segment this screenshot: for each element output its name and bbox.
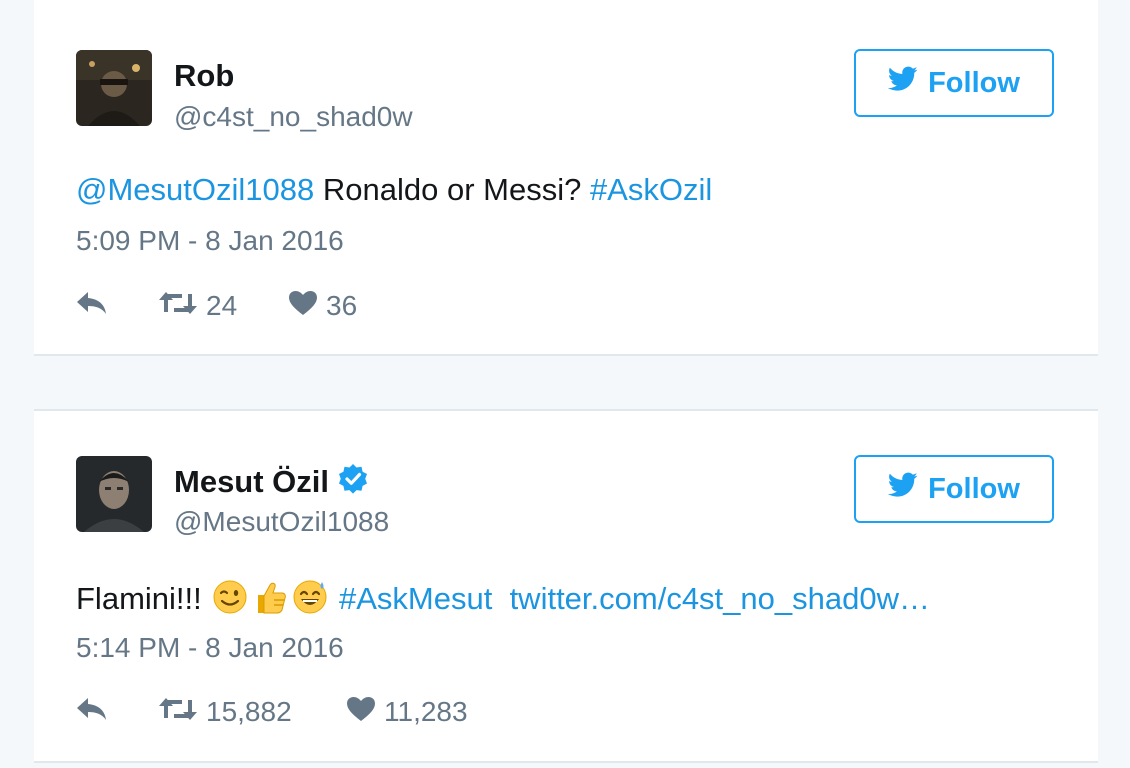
grinning-sweat-emoji bbox=[292, 579, 328, 623]
twitter-bird-icon bbox=[887, 66, 918, 100]
verified-badge-icon bbox=[337, 463, 369, 503]
reply-button[interactable] bbox=[76, 290, 158, 323]
follow-label: Follow bbox=[928, 472, 1020, 505]
tweet-card: Rob @c4st_no_shad0w Follow @MesutOzil108… bbox=[34, 0, 1098, 356]
retweet-count: 15,882 bbox=[206, 696, 292, 727]
reply-icon bbox=[76, 696, 108, 729]
follow-button[interactable]: Follow bbox=[854, 455, 1054, 523]
heart-icon bbox=[346, 696, 376, 729]
reply-button[interactable] bbox=[76, 696, 158, 729]
tweet-text: Flamini!!! #AskMesut twitter.com/c4st_no… bbox=[76, 579, 930, 623]
tweet-actions: 15,882 11,283 bbox=[76, 692, 468, 732]
hashtag-link[interactable]: #AskMesut bbox=[339, 581, 492, 616]
like-button[interactable]: 11,283 bbox=[346, 696, 468, 729]
reply-icon bbox=[76, 290, 108, 323]
retweet-button[interactable]: 15,882 bbox=[158, 696, 346, 729]
twitter-bird-icon bbox=[887, 472, 918, 506]
retweet-button[interactable]: 24 bbox=[158, 290, 288, 323]
retweet-icon bbox=[158, 696, 198, 729]
display-name[interactable]: Rob bbox=[174, 58, 234, 94]
follow-button[interactable]: Follow bbox=[854, 49, 1054, 117]
user-handle[interactable]: @MesutOzil1088 bbox=[174, 506, 389, 538]
user-handle[interactable]: @c4st_no_shad0w bbox=[174, 101, 413, 133]
display-name-text: Mesut Özil bbox=[174, 464, 330, 499]
like-count: 11,283 bbox=[384, 696, 468, 727]
thumbs-up-emoji bbox=[252, 579, 288, 623]
like-button[interactable]: 36 bbox=[288, 290, 357, 323]
heart-icon bbox=[288, 290, 318, 323]
tweet-timestamp[interactable]: 5:09 PM - 8 Jan 2016 bbox=[76, 225, 344, 257]
retweet-count: 24 bbox=[206, 290, 238, 321]
tweet-body: Flamini!!! bbox=[76, 581, 211, 616]
avatar[interactable] bbox=[76, 50, 152, 126]
tweet-card: Mesut Özil @MesutOzil1088 Follow Flamini… bbox=[34, 409, 1098, 763]
url-link[interactable]: twitter.com/c4st_no_shad0w… bbox=[510, 581, 930, 616]
tweet-body: Ronaldo or Messi? bbox=[314, 172, 590, 207]
avatar[interactable] bbox=[76, 456, 152, 532]
tweet-text: @MesutOzil1088 Ronaldo or Messi? #AskOzi… bbox=[76, 172, 712, 208]
tweet-actions: 24 36 bbox=[76, 286, 357, 326]
retweet-icon bbox=[158, 290, 198, 323]
hashtag-link[interactable]: #AskOzil bbox=[590, 172, 712, 207]
tweet-feed: Rob @c4st_no_shad0w Follow @MesutOzil108… bbox=[0, 0, 1130, 768]
tweet-timestamp[interactable]: 5:14 PM - 8 Jan 2016 bbox=[76, 632, 344, 664]
like-count: 36 bbox=[326, 290, 358, 321]
display-name[interactable]: Mesut Özil bbox=[174, 463, 369, 503]
winking-face-emoji bbox=[212, 579, 248, 623]
mention-link[interactable]: @MesutOzil1088 bbox=[76, 172, 314, 207]
follow-label: Follow bbox=[928, 66, 1020, 99]
